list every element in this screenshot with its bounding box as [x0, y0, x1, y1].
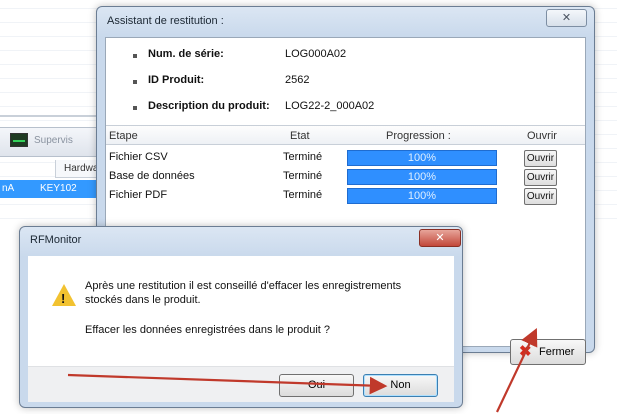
arrow-to-close-button — [496, 328, 538, 413]
annotation-arrows — [67, 328, 538, 413]
arrow-to-no-button — [67, 373, 388, 395]
